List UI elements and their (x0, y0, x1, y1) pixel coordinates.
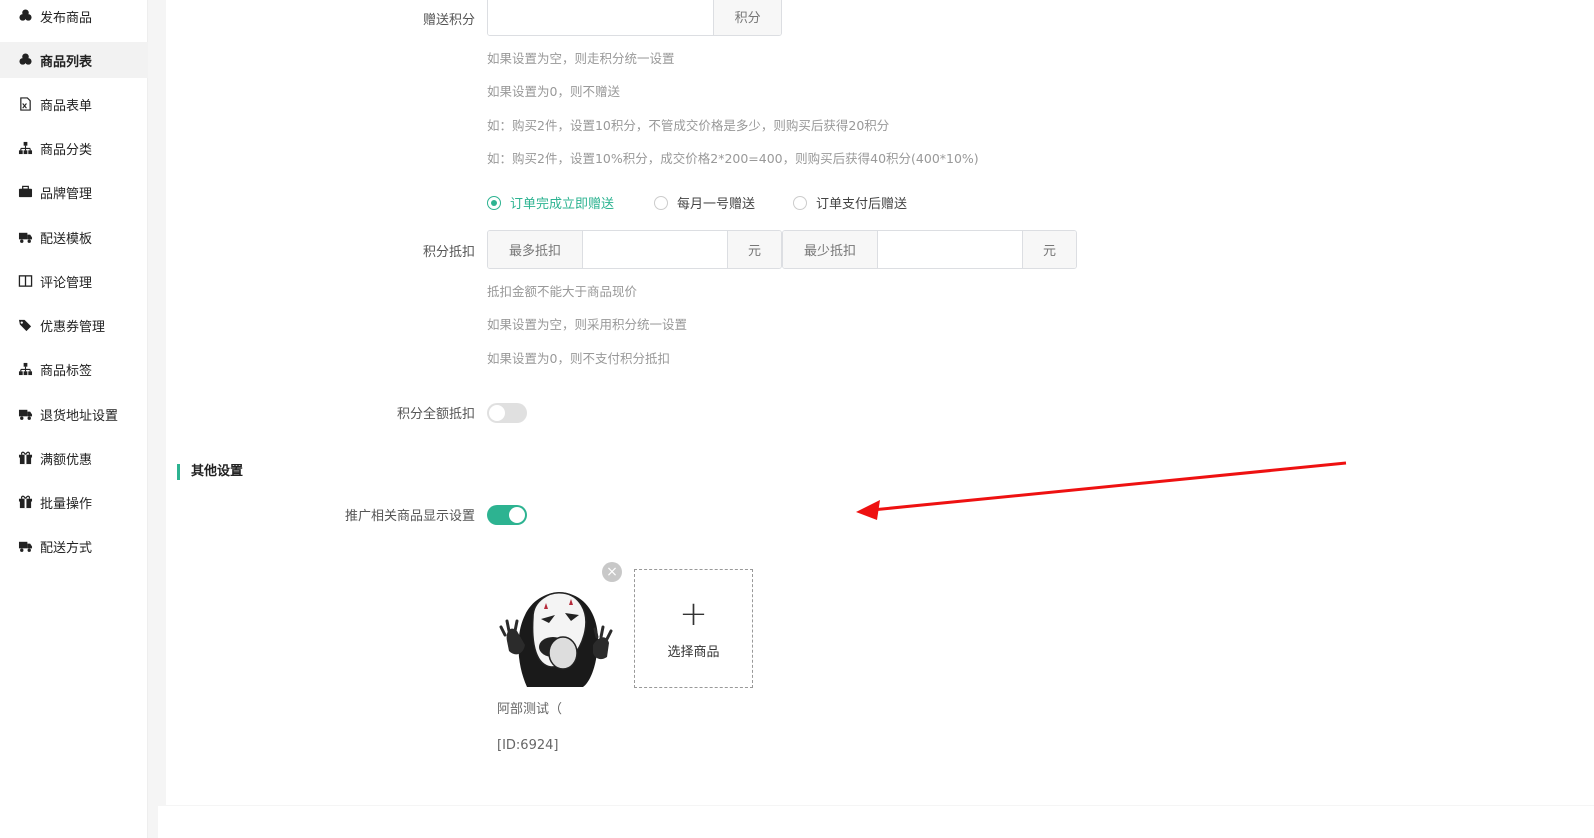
annotation-arrow (856, 461, 1347, 520)
